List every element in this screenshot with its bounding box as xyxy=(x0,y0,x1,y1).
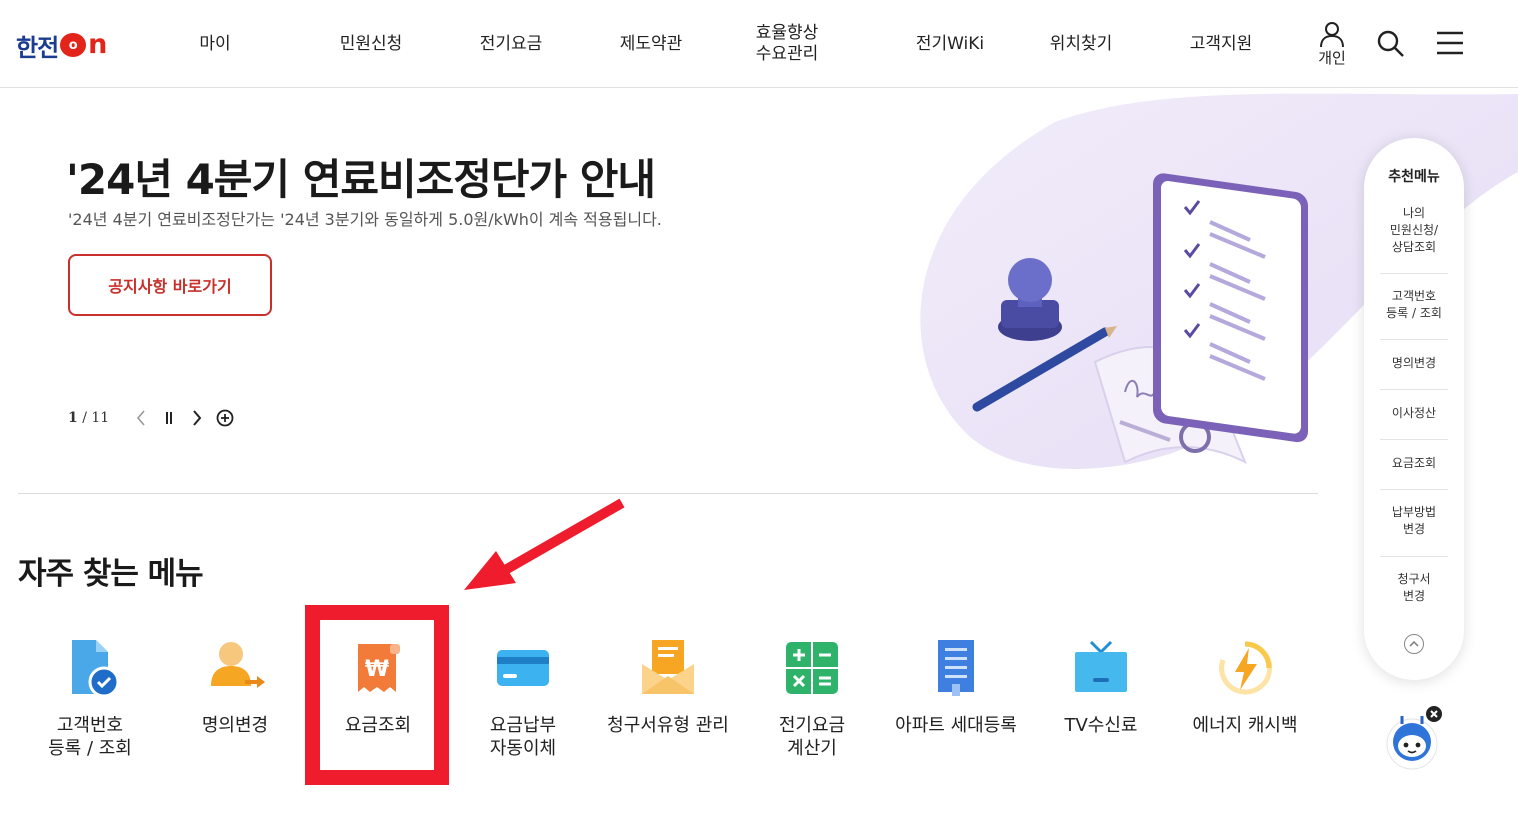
logo-text: 한전 xyxy=(16,33,59,62)
nav-electricity-fee[interactable]: 전기요금 xyxy=(456,0,566,88)
calculator-icon xyxy=(780,636,844,700)
rail-item-fee-inquiry[interactable]: 요금조회 xyxy=(1380,455,1448,472)
site-header: 한전 o n 마이 민원신청 전기요금 제도약관 효율향상 수요관리 전기WiK… xyxy=(0,0,1518,88)
section-divider xyxy=(18,493,1318,494)
nav-support[interactable]: 고객지원 xyxy=(1166,0,1276,88)
notice-shortcut-button[interactable]: 공지사항 바로가기 xyxy=(68,254,272,316)
rail-divider xyxy=(1380,389,1448,390)
annotation-arrow-icon xyxy=(460,495,630,599)
hero-title: '24년 4분기 연료비조정단가 안내 xyxy=(66,155,656,204)
user-type-label[interactable]: 개인 xyxy=(1312,47,1352,68)
quick-label: 요금납부 자동이체 xyxy=(489,715,557,759)
rail-divider xyxy=(1380,273,1448,274)
rail-divider xyxy=(1380,489,1448,490)
quick-label: 고객번호 등록 / 조회 xyxy=(48,715,132,759)
banner-pager: 1 / 11 xyxy=(68,406,235,430)
nav-wiki[interactable]: 전기WiKi xyxy=(895,0,1005,88)
next-slide-icon[interactable] xyxy=(187,407,207,429)
nav-civil-application[interactable]: 민원신청 xyxy=(316,0,426,88)
hamburger-menu-icon[interactable] xyxy=(1436,30,1464,60)
frequent-menu-title: 자주 찾는 메뉴 xyxy=(18,556,204,592)
quick-label: TV수신료 xyxy=(1064,715,1138,736)
nav-location[interactable]: 위치찾기 xyxy=(1026,0,1136,88)
rail-divider xyxy=(1380,556,1448,557)
logo-on-mark: o n xyxy=(60,29,108,60)
rail-item-my-requests[interactable]: 나의 민원신청/ 상담조회 xyxy=(1380,205,1448,256)
apartment-icon xyxy=(924,636,988,700)
quick-bill-type[interactable]: 청구서유형 관리 xyxy=(598,630,738,737)
rail-item-payment-method[interactable]: 납부방법 변경 xyxy=(1380,504,1448,538)
pager-indicator: 1 / 11 xyxy=(68,410,109,426)
logo-on-o: o xyxy=(60,33,87,57)
search-icon[interactable] xyxy=(1376,29,1406,63)
quick-auto-payment[interactable]: 요금납부 자동이체 xyxy=(453,630,593,760)
rail-item-name-change[interactable]: 명의변경 xyxy=(1380,355,1448,372)
rail-title: 추천메뉴 xyxy=(1388,169,1440,185)
pager-separator: / xyxy=(82,410,87,426)
nav-efficiency[interactable]: 효율향상 수요관리 xyxy=(732,0,842,88)
rail-divider xyxy=(1380,439,1448,440)
rail-divider xyxy=(1380,339,1448,340)
tv-icon xyxy=(1069,636,1133,700)
kepco-on-logo[interactable]: 한전 o n xyxy=(16,28,107,62)
hero-subtitle: '24년 4분기 연료비조정단가는 '24년 3분기와 동일하게 5.0원/kW… xyxy=(68,210,662,229)
pager-total: 11 xyxy=(91,410,110,426)
rail-item-customer-number[interactable]: 고객번호 등록 / 조회 xyxy=(1380,288,1448,322)
quick-name-change[interactable]: 명의변경 xyxy=(165,630,305,737)
quick-apartment-registration[interactable]: 아파트 세대등록 xyxy=(886,630,1026,737)
quick-customer-number[interactable]: 고객번호 등록 / 조회 xyxy=(20,630,160,760)
quick-label: 아파트 세대등록 xyxy=(895,715,1017,736)
credit-card-icon xyxy=(491,636,555,700)
document-check-icon xyxy=(58,636,122,700)
nav-my[interactable]: 마이 xyxy=(170,0,260,88)
quick-tv-license-fee[interactable]: TV수신료 xyxy=(1031,630,1171,737)
recommended-menu-rail: 추천메뉴 나의 민원신청/ 상담조회 고객번호 등록 / 조회 명의변경 이사정… xyxy=(1364,138,1464,680)
energy-bolt-icon xyxy=(1213,636,1277,700)
quick-label: 전기요금 계산기 xyxy=(778,715,846,759)
quick-label: 명의변경 xyxy=(201,715,269,736)
quick-energy-cashback[interactable]: 에너지 캐시백 xyxy=(1175,630,1315,737)
pager-current: 1 xyxy=(68,410,78,426)
view-all-plus-icon[interactable] xyxy=(215,407,235,429)
quick-label: 에너지 캐시백 xyxy=(1192,715,1298,736)
highlight-annotation-box xyxy=(305,605,449,785)
person-transfer-icon xyxy=(203,636,267,700)
rail-item-bill-change[interactable]: 청구서 변경 xyxy=(1380,571,1448,605)
envelope-icon xyxy=(636,636,700,700)
quick-label: 청구서유형 관리 xyxy=(607,715,729,736)
pause-icon[interactable] xyxy=(159,407,179,429)
scroll-top-chevron-up-icon[interactable] xyxy=(1404,634,1424,654)
rail-item-moving-settlement[interactable]: 이사정산 xyxy=(1380,405,1448,422)
quick-fee-calculator[interactable]: 전기요금 계산기 xyxy=(742,630,882,760)
chatbot-robot-icon[interactable] xyxy=(1382,706,1448,772)
logo-on-n: n xyxy=(88,29,108,60)
nav-terms[interactable]: 제도약관 xyxy=(596,0,706,88)
prev-slide-icon[interactable] xyxy=(131,407,151,429)
